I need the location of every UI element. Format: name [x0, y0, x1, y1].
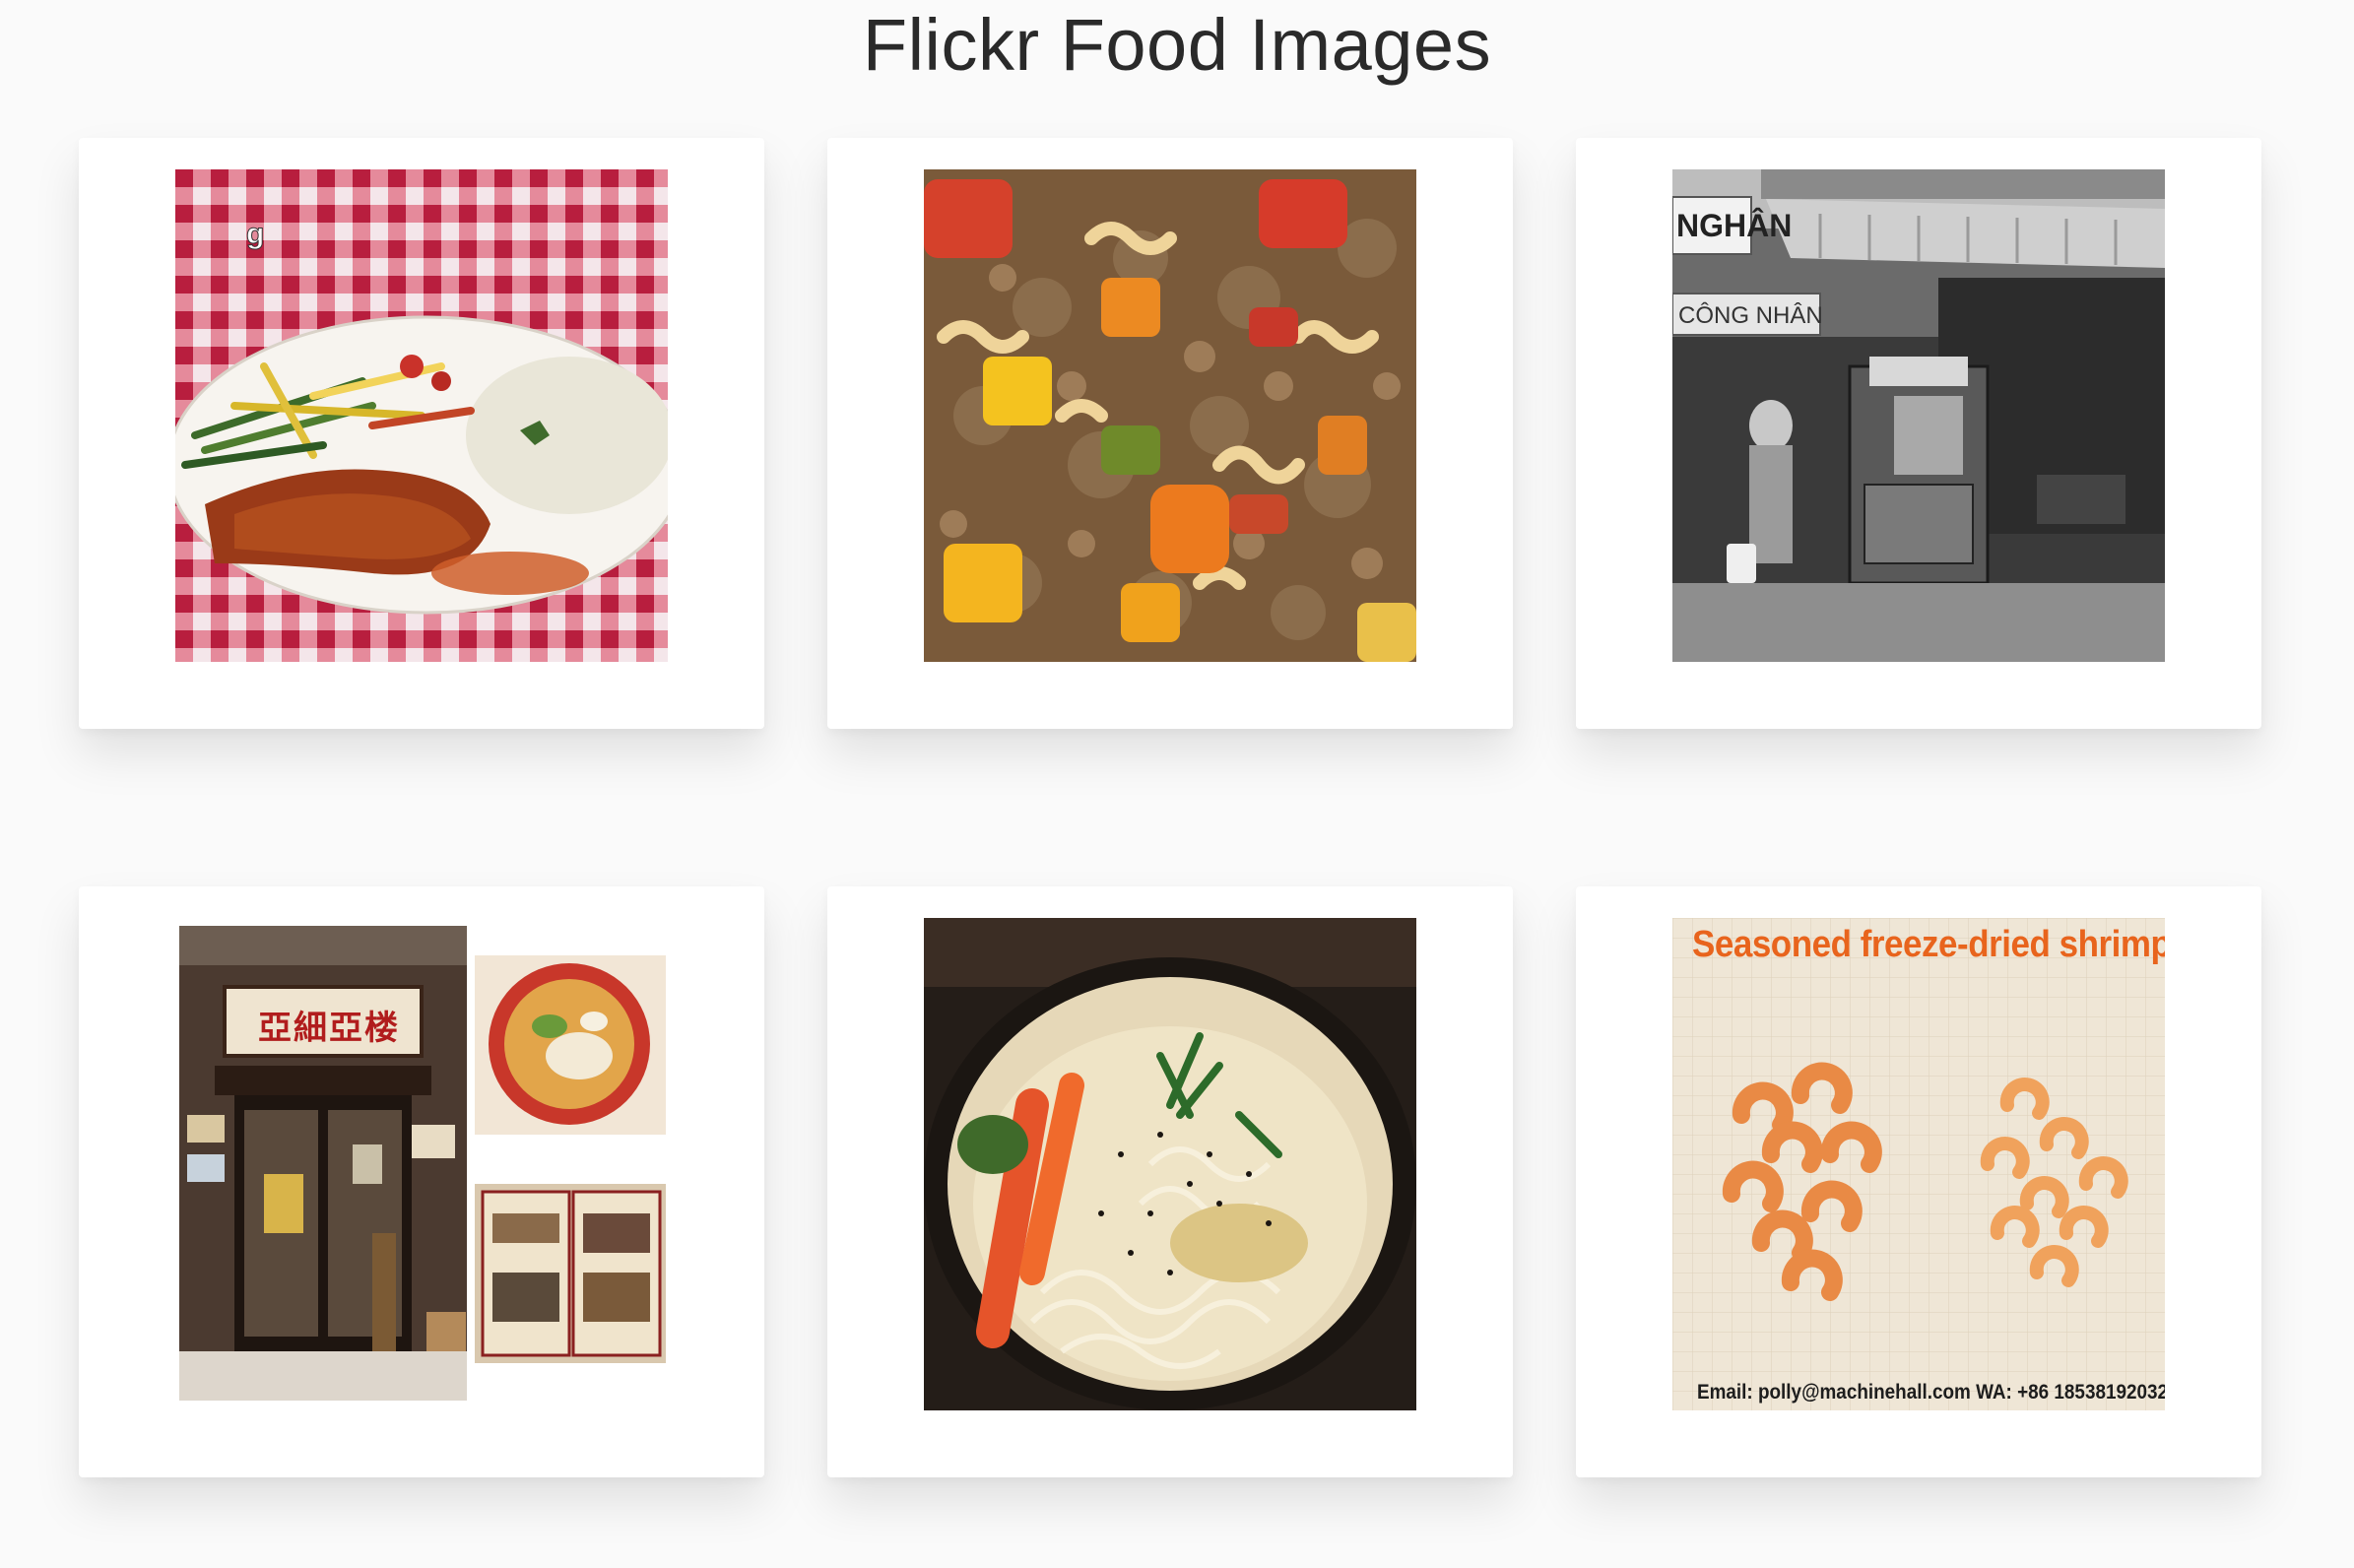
- shrimp-contact: Email: polly@machinehall.com WA: +86 185…: [1697, 1381, 2165, 1404]
- image-card[interactable]: 亞細亞楼: [79, 886, 764, 1477]
- food-image[interactable]: 亞細亞楼: [175, 918, 668, 1410]
- food-image[interactable]: g: [175, 169, 668, 662]
- shop-sign: 亞細亞楼: [258, 1010, 400, 1047]
- shrimp-headline: Seasoned freeze-dried shrimp: [1692, 924, 2165, 965]
- food-image[interactable]: NGHÂN CÔNG NHÂN: [1672, 169, 2165, 662]
- image-card[interactable]: g: [79, 138, 764, 729]
- overlay-letter: g: [246, 218, 264, 250]
- image-card[interactable]: [827, 138, 1513, 729]
- shop-sign-2: CÔNG NHÂN: [1678, 301, 1823, 329]
- pasta-image: [924, 169, 1416, 662]
- image-card[interactable]: [827, 886, 1513, 1477]
- image-card[interactable]: Seasoned freeze-dried shrimp Email: poll…: [1576, 886, 2261, 1477]
- shrimp-image: [1672, 918, 2165, 1410]
- shop-sign-1: NGHÂN: [1676, 208, 1792, 243]
- noodle-bowl-image: [924, 918, 1416, 1410]
- food-image[interactable]: [924, 918, 1416, 1410]
- street-cart-image: NGHÂN CÔNG NHÂN: [1672, 169, 2165, 662]
- salmon-plate-image: g: [175, 169, 668, 662]
- food-image[interactable]: Seasoned freeze-dried shrimp Email: poll…: [1672, 918, 2165, 1410]
- ramen-collage-image: [175, 918, 668, 1410]
- image-card[interactable]: NGHÂN CÔNG NHÂN: [1576, 138, 2261, 729]
- food-image[interactable]: [924, 169, 1416, 662]
- image-gallery: g NGHÂN CÔNG NHÂN 亞細亞楼 Seasoned freeze-d…: [0, 0, 2354, 1568]
